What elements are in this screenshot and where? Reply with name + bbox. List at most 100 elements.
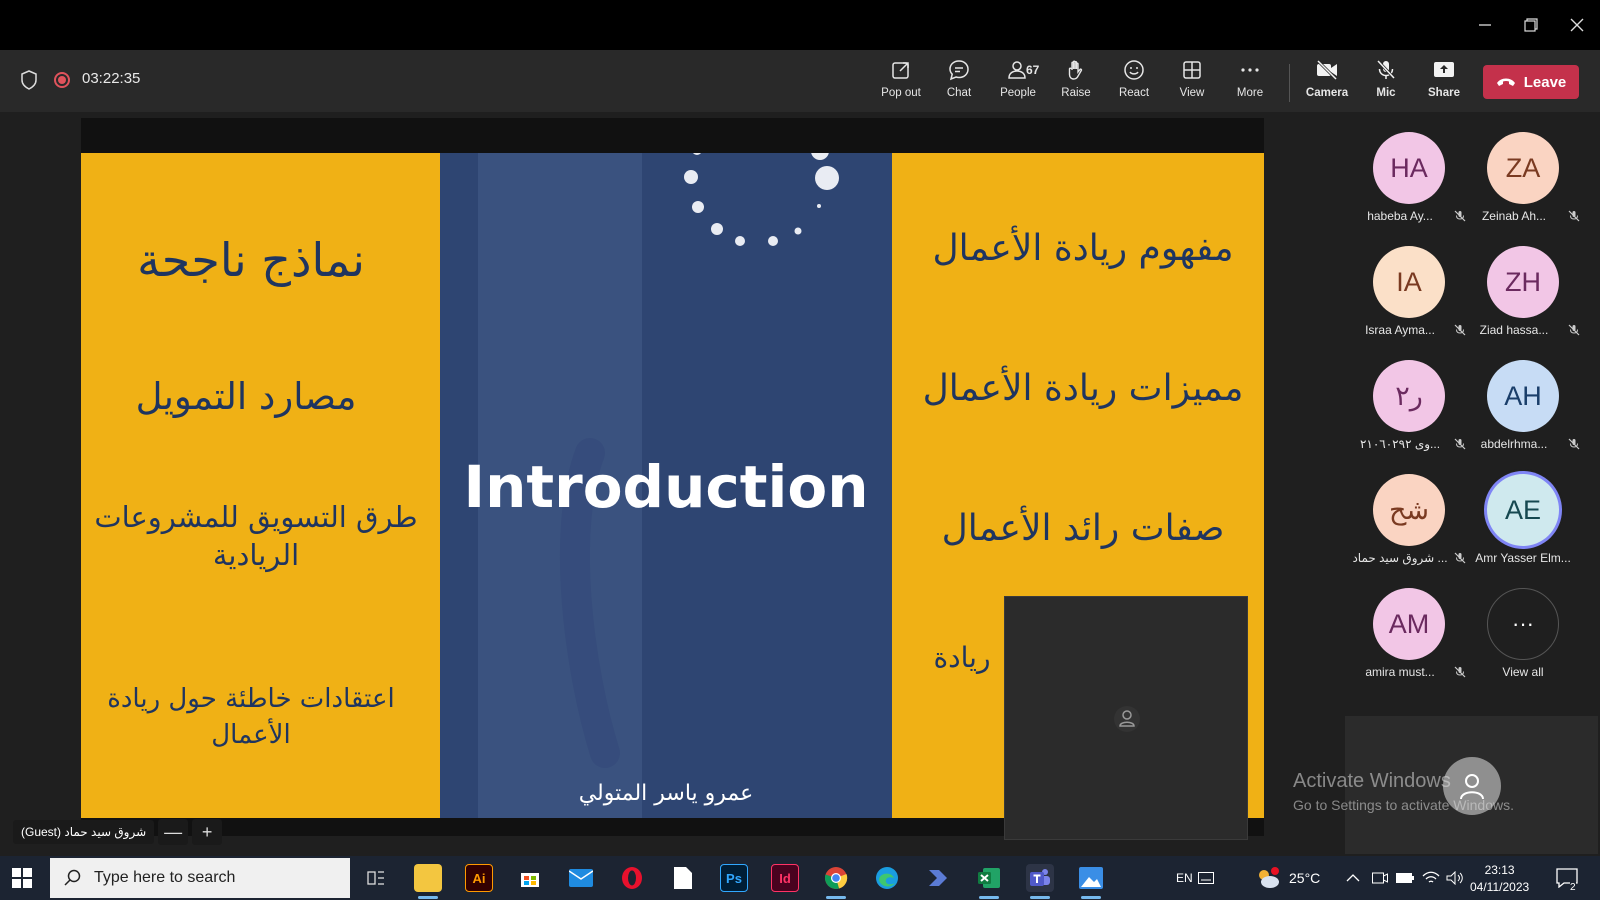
people-button[interactable]: 67 People <box>990 58 1046 106</box>
raise-hand-button[interactable]: Raise <box>1048 58 1104 106</box>
participant-name: Amr Yasser Elm... <box>1475 551 1571 565</box>
toolbar-divider <box>1289 64 1290 102</box>
close-icon[interactable] <box>1562 10 1592 40</box>
participant-name: Zeinab Ah... <box>1481 209 1547 223</box>
power-automate-icon[interactable] <box>924 864 952 892</box>
slide-title: Introduction <box>463 453 869 521</box>
react-button[interactable]: React <box>1106 58 1162 106</box>
photoshop-icon[interactable]: Ps <box>720 864 748 892</box>
shield-icon <box>20 70 38 95</box>
windows-start-icon[interactable] <box>12 868 32 893</box>
edge-icon[interactable] <box>873 864 901 892</box>
slide-author: عمرو ياسر المتولي <box>578 781 754 806</box>
participant-tile[interactable]: AH abdelrhma... <box>1464 340 1582 451</box>
indesign-icon[interactable]: Id <box>771 864 799 892</box>
mic-button[interactable]: Mic <box>1358 58 1414 106</box>
microsoft-store-icon[interactable] <box>516 864 544 892</box>
opera-icon[interactable] <box>618 864 646 892</box>
slide-topic: اعتقادات خاطئة حول ريادة الأعمال <box>107 684 395 750</box>
share-button[interactable]: Share <box>1416 58 1472 106</box>
hand-icon <box>1068 60 1083 80</box>
slide-topic: مصارد التمويل <box>135 375 357 418</box>
weather-widget[interactable]: 25°C <box>1255 856 1320 900</box>
participant-tile[interactable]: ZA Zeinab Ah... <box>1464 112 1582 223</box>
search-icon <box>64 869 81 886</box>
teams-icon[interactable] <box>1026 864 1054 899</box>
participant-tile[interactable]: HA habeba Ay... <box>1350 112 1468 223</box>
view-label: View <box>1179 87 1205 99</box>
participant-name: abdelrhma... <box>1480 437 1548 451</box>
slide-topic: مفهوم ريادة الأعمال <box>932 228 1234 269</box>
leave-label: Leave <box>1523 73 1567 91</box>
participant-name: Ziad hassa... <box>1479 323 1549 337</box>
window-titlebar <box>0 0 1600 50</box>
file-explorer-icon[interactable] <box>414 864 442 899</box>
watermark-title: Activate Windows <box>1293 770 1451 792</box>
avatar: ZA <box>1487 132 1559 204</box>
raise-label: Raise <box>1061 87 1091 99</box>
mail-icon[interactable] <box>567 864 595 892</box>
slide-left-panel: نماذج ناجحة مصارد التمويل طرق التسويق لل… <box>81 153 440 818</box>
share-screen-icon <box>1434 62 1454 77</box>
clock-time: 23:13 <box>1484 863 1515 877</box>
clock-date: 04/11/2023 <box>1470 880 1530 894</box>
chrome-icon[interactable] <box>822 864 850 899</box>
muted-mic-icon <box>1568 438 1580 450</box>
view-all-label: View all <box>1502 665 1544 679</box>
leave-button[interactable]: Leave <box>1483 65 1579 99</box>
task-view-icon[interactable] <box>362 864 390 892</box>
participant-name: ...وى ٢١٠٦٠٢٩٢ <box>1359 437 1441 451</box>
chat-label: Chat <box>946 87 972 99</box>
avatar: ZH <box>1487 246 1559 318</box>
more-button[interactable]: More <box>1222 58 1278 106</box>
participant-tile[interactable]: AE Amr Yasser Elm... <box>1464 454 1582 565</box>
presenter-name: شروق سيد حماد (Guest) <box>13 820 155 844</box>
minimize-icon[interactable] <box>1470 10 1500 40</box>
more-dots-icon: ··· <box>1487 588 1559 660</box>
popout-icon <box>892 62 909 79</box>
restore-icon[interactable] <box>1516 10 1546 40</box>
keyboard-icon[interactable] <box>1198 856 1214 900</box>
notification-count: 2 <box>1570 882 1576 893</box>
zoom-out-button[interactable]: — <box>158 819 189 845</box>
meeting-toolbar: 03:22:35 Pop out Chat 67 People Raise Re… <box>0 50 1600 112</box>
slide-topic: مميزات ريادة الأعمال <box>922 368 1244 409</box>
grid-view-icon <box>1183 61 1201 79</box>
wifi-icon[interactable] <box>1422 856 1440 900</box>
view-button[interactable]: View <box>1164 58 1220 106</box>
participant-name: amira must... <box>1365 665 1435 679</box>
notepad-icon[interactable] <box>669 864 697 892</box>
react-label: React <box>1118 87 1150 99</box>
presenter-name-bar: شروق سيد حماد (Guest) — + <box>13 819 223 845</box>
volume-icon[interactable] <box>1446 856 1464 900</box>
photos-icon[interactable] <box>1077 864 1105 899</box>
notifications-icon[interactable]: 2 <box>1556 856 1578 900</box>
participant-tile[interactable]: ZH Ziad hassa... <box>1464 226 1582 337</box>
participant-tile[interactable]: AM amira must... <box>1350 568 1468 679</box>
excel-icon[interactable] <box>975 864 1003 899</box>
taskbar-clock[interactable]: 23:13 04/11/2023 <box>1470 862 1529 896</box>
muted-mic-icon <box>1568 210 1580 222</box>
more-dots-icon <box>1241 68 1259 72</box>
chevron-up-icon[interactable] <box>1346 856 1360 900</box>
popout-button[interactable]: Pop out <box>873 58 929 106</box>
illustrator-icon[interactable]: Ai <box>465 864 493 892</box>
search-placeholder: Type here to search <box>94 869 236 886</box>
view-all-button[interactable]: ··· View all <box>1464 568 1582 679</box>
self-video-tile[interactable] <box>1004 596 1248 840</box>
watermark-subtitle: Go to Settings to activate Windows. <box>1293 797 1514 813</box>
taskbar-search-box[interactable]: Type here to search <box>50 858 350 898</box>
battery-icon[interactable] <box>1396 856 1414 900</box>
chat-button[interactable]: Chat <box>931 58 987 106</box>
muted-mic-icon <box>1568 324 1580 336</box>
participant-tile[interactable]: شح ... شروق سيد حماد <box>1350 454 1468 565</box>
zoom-in-button[interactable]: + <box>192 819 223 845</box>
language-indicator[interactable]: EN <box>1176 856 1193 900</box>
slide-topic: نماذج ناجحة <box>137 233 365 287</box>
meeting-timer: 03:22:35 <box>82 70 141 87</box>
avatar: شح <box>1373 474 1445 546</box>
participant-tile[interactable]: ر٢ ...وى ٢١٠٦٠٢٩٢ <box>1350 340 1468 451</box>
meet-now-icon[interactable] <box>1372 856 1388 900</box>
participant-tile[interactable]: IA Israa Ayma... <box>1350 226 1468 337</box>
camera-button[interactable]: Camera <box>1299 58 1355 106</box>
